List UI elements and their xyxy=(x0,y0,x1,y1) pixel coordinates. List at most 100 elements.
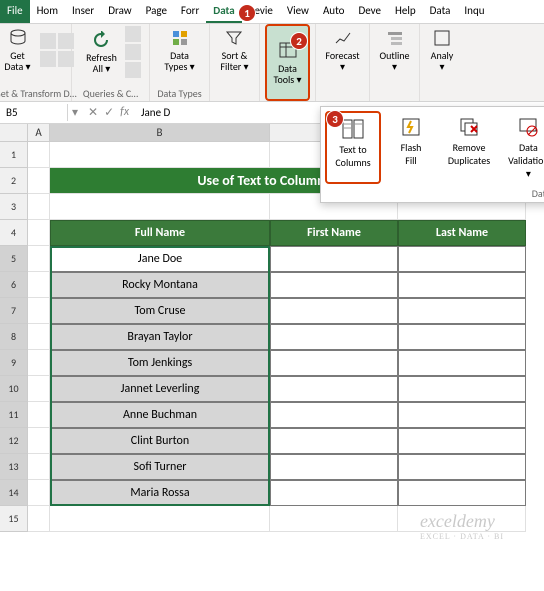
row-header[interactable]: 12 xyxy=(0,428,28,454)
accept-formula-icon[interactable]: ✓ xyxy=(104,105,114,120)
data-tools-dropdown: Text to Columns Flash Fill Remove Duplic… xyxy=(320,106,544,203)
group-label: Data Types xyxy=(157,87,201,100)
analysis-button[interactable]: Analy ▾ xyxy=(422,26,462,74)
tab-developer[interactable]: Deve xyxy=(351,0,388,23)
col-header-a[interactable]: A xyxy=(28,124,50,141)
tab-bar: File Hom Inser Draw Page Forr Data Revie… xyxy=(0,0,544,24)
get-data-small-icons[interactable] xyxy=(40,33,74,67)
outline-icon xyxy=(385,28,405,48)
row-header[interactable]: 5 xyxy=(0,246,28,272)
forecast-label: Forecast ▾ xyxy=(325,50,359,72)
fx-icon[interactable]: fx xyxy=(120,105,129,120)
tab-page[interactable]: Page xyxy=(139,0,174,23)
header-fullname[interactable]: Full Name xyxy=(50,220,270,246)
forecast-button[interactable]: Forecast ▾ xyxy=(319,26,365,74)
ribbon: Get Data ▾ Get & Transform D… Refresh Al… xyxy=(0,24,544,102)
flash-fill-button[interactable]: Flash Fill xyxy=(383,111,439,184)
row-header[interactable]: 1 xyxy=(0,142,28,168)
tab-help[interactable]: Help xyxy=(388,0,423,23)
text-to-columns-label: Text to Columns xyxy=(335,143,370,169)
ribbon-group-queries: Refresh All ▾ Queries & C… xyxy=(72,24,150,101)
row-header[interactable]: 14 xyxy=(0,480,28,506)
row-header[interactable]: 6 xyxy=(0,272,28,298)
refresh-label: Refresh All ▾ xyxy=(86,52,117,74)
cell-b5[interactable]: Jane Doe xyxy=(50,246,270,272)
tab-data2[interactable]: Data xyxy=(423,0,458,23)
name-box-chevron-icon[interactable]: ▾ xyxy=(68,105,82,120)
col-header-b[interactable]: B xyxy=(50,124,270,141)
outline-button[interactable]: Outline ▾ xyxy=(373,26,415,74)
row-header[interactable]: 7 xyxy=(0,298,28,324)
tab-formulas[interactable]: Forr xyxy=(174,0,206,23)
row-header[interactable]: 13 xyxy=(0,454,28,480)
tab-home[interactable]: Hom xyxy=(30,0,65,23)
cell-b12[interactable]: Clint Burton xyxy=(50,428,270,454)
row-header[interactable]: 2 xyxy=(0,168,28,194)
ribbon-group-sortfilter: Sort & Filter ▾ xyxy=(210,24,260,101)
group-label: Get & Transform D… xyxy=(0,87,77,100)
tab-file[interactable]: File xyxy=(0,0,30,23)
flash-fill-icon xyxy=(399,115,423,139)
header-lastname[interactable]: Last Name xyxy=(398,220,526,246)
data-validation-icon xyxy=(516,115,540,139)
row-header[interactable]: 3 xyxy=(0,194,28,220)
datatypes-icon xyxy=(170,28,190,48)
tab-insert[interactable]: Inser xyxy=(65,0,101,23)
data-validation-button[interactable]: Data Validation ▾ xyxy=(499,111,544,184)
remove-duplicates-label: Remove Duplicates xyxy=(448,141,490,167)
ribbon-group-datatypes: Data Types ▾ Data Types xyxy=(150,24,210,101)
name-box[interactable]: B5 xyxy=(0,104,68,121)
callout-step-2: 2 xyxy=(290,32,308,50)
ribbon-group-analysis: Analy ▾ xyxy=(420,24,464,101)
callout-step-3: 3 xyxy=(326,110,344,128)
tab-automate[interactable]: Auto xyxy=(316,0,352,23)
row-header[interactable]: 15 xyxy=(0,506,28,532)
row-header[interactable]: 4 xyxy=(0,220,28,246)
dropdown-caption: Data T xyxy=(532,187,544,200)
cancel-formula-icon[interactable]: ✕ xyxy=(88,105,98,120)
cell-b13[interactable]: Sofi Turner xyxy=(50,454,270,480)
analysis-label: Analy ▾ xyxy=(431,50,454,72)
queries-small-icons[interactable] xyxy=(125,26,141,78)
get-data-button[interactable]: Get Data ▾ xyxy=(0,26,38,74)
callout-step-1: 1 xyxy=(238,4,256,22)
cell-b6[interactable]: Rocky Montana xyxy=(50,272,270,298)
tab-view[interactable]: View xyxy=(280,0,316,23)
datatypes-label: Data Types ▾ xyxy=(164,50,194,72)
ribbon-group-forecast: Forecast ▾ xyxy=(316,24,370,101)
remove-duplicates-icon xyxy=(457,115,481,139)
refresh-all-button[interactable]: Refresh All ▾ xyxy=(80,28,123,76)
cell-b9[interactable]: Tom Jenkings xyxy=(50,350,270,376)
tab-inquire[interactable]: Inqu xyxy=(457,0,491,23)
outline-label: Outline ▾ xyxy=(379,50,409,72)
header-firstname[interactable]: First Name xyxy=(270,220,398,246)
ribbon-group-get-transform: Get Data ▾ Get & Transform D… xyxy=(0,24,72,101)
cell-b10[interactable]: Jannet Leverling xyxy=(50,376,270,402)
database-icon xyxy=(8,28,28,48)
sort-filter-button[interactable]: Sort & Filter ▾ xyxy=(214,26,254,74)
get-data-label: Get Data ▾ xyxy=(4,50,30,72)
row-header[interactable]: 8 xyxy=(0,324,28,350)
analysis-icon xyxy=(432,28,452,48)
ribbon-group-outline: Outline ▾ xyxy=(370,24,420,101)
remove-duplicates-button[interactable]: Remove Duplicates xyxy=(441,111,497,184)
data-types-button[interactable]: Data Types ▾ xyxy=(158,26,200,74)
data-validation-label: Data Validation ▾ xyxy=(507,141,544,180)
cell-b11[interactable]: Anne Buchman xyxy=(50,402,270,428)
cell-b14[interactable]: Maria Rossa xyxy=(50,480,270,506)
text-to-columns-icon xyxy=(341,117,365,141)
watermark: exceldemy EXCEL · DATA · BI xyxy=(420,511,504,541)
datatools-label: Data Tools ▾ xyxy=(273,63,301,85)
row-header[interactable]: 11 xyxy=(0,402,28,428)
row-header[interactable]: 10 xyxy=(0,376,28,402)
tab-draw[interactable]: Draw xyxy=(101,0,138,23)
row-header[interactable]: 9 xyxy=(0,350,28,376)
forecast-icon xyxy=(333,28,353,48)
group-label: Queries & C… xyxy=(83,87,138,100)
cell-b7[interactable]: Tom Cruse xyxy=(50,298,270,324)
cell-b8[interactable]: Brayan Taylor xyxy=(50,324,270,350)
select-all-corner[interactable] xyxy=(0,124,28,141)
sort-filter-label: Sort & Filter ▾ xyxy=(220,50,248,72)
tab-data[interactable]: Data xyxy=(206,0,241,23)
refresh-icon xyxy=(91,30,111,50)
